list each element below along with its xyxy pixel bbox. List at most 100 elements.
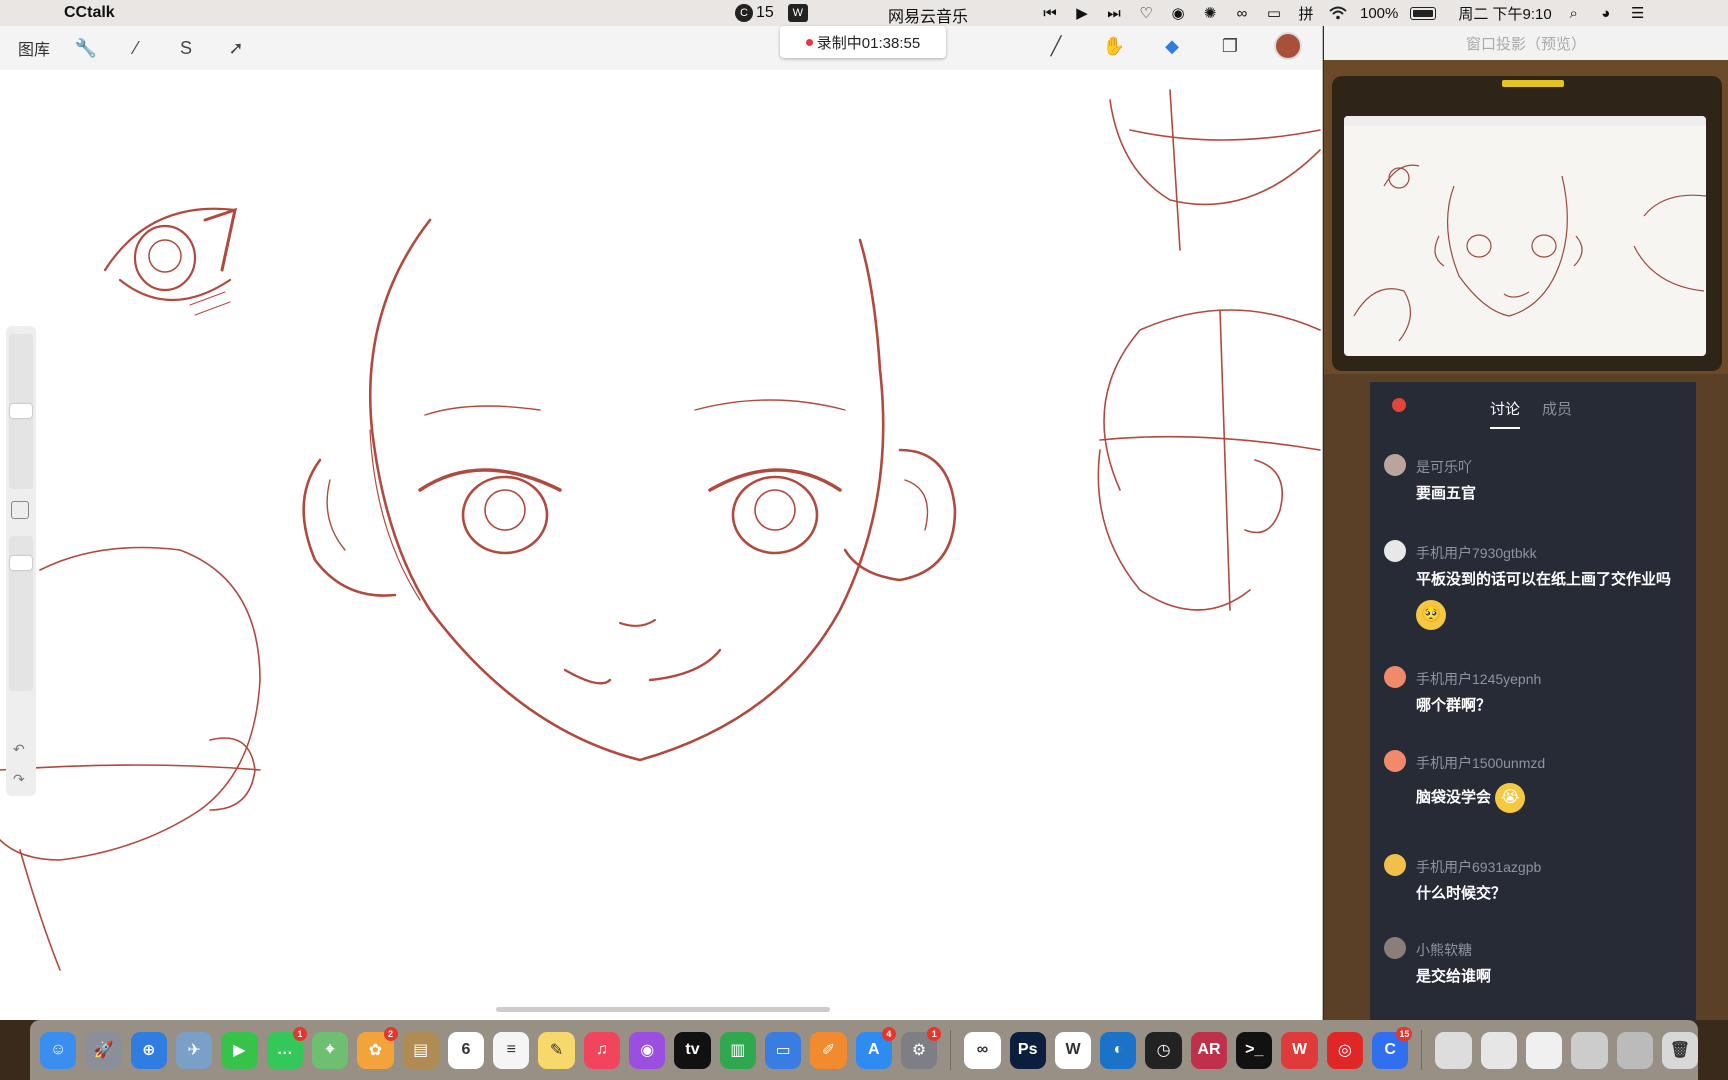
avatar[interactable] [1384,540,1406,562]
modify-button[interactable] [11,501,29,519]
cctalk-status-item[interactable]: C 15 [735,4,774,22]
dock-wps-office-icon[interactable]: W [1281,1031,1318,1069]
transform-arrow-icon[interactable]: ➚ [222,34,250,62]
dock-reminders-icon[interactable]: ≡ [493,1031,530,1069]
dock-netease-music-icon[interactable]: ◎ [1326,1031,1364,1069]
message-username[interactable]: 手机用户6931azgpb [1416,857,1541,877]
close-icon[interactable] [1392,398,1406,412]
selection-icon[interactable]: S [172,34,200,62]
play-icon[interactable]: ▶ [1072,4,1092,22]
avatar[interactable] [1384,666,1406,688]
message-username[interactable]: 手机用户1500unmzd [1416,753,1545,773]
dock-separator [950,1030,952,1070]
magic-wand-icon[interactable]: ⁄ [122,34,150,62]
wrench-icon[interactable]: 🔧 [72,34,100,62]
siri-icon[interactable]: ◕ [1596,4,1616,22]
dock-window-4-icon[interactable] [1571,1031,1608,1069]
dock-window-5-icon[interactable] [1616,1031,1653,1069]
dock-window-1-icon[interactable] [1435,1031,1472,1069]
dock-messages-icon[interactable]: … 1 [266,1026,307,1069]
avatar[interactable] [1384,854,1406,876]
battery-icon[interactable] [1410,6,1437,20]
search-icon[interactable]: ⌕ [1564,4,1584,22]
recording-time: 录制中01:38:55 [816,34,921,52]
message-username[interactable]: 是可乐吖 [1416,457,1472,477]
dock-notes-book-icon[interactable]: ▤ [402,1031,439,1069]
redo-icon[interactable]: ↷ [13,771,31,788]
dock-tv-icon[interactable]: tv [674,1031,711,1069]
brush-size-slider[interactable] [9,334,33,489]
creative-cloud-icon[interactable]: ∞ [1232,4,1252,22]
message-username[interactable]: 小熊软糖 [1416,940,1472,960]
message-username[interactable]: 手机用户7930gtbkk [1416,543,1537,563]
dock-maps-icon[interactable]: ⌖ [311,1031,349,1069]
dock-wps-icon[interactable]: W [1054,1031,1092,1069]
smudge-icon[interactable]: ✋ [1100,32,1128,60]
previous-track-icon[interactable]: ⏮ [1040,4,1060,22]
opacity-handle[interactable] [10,556,32,570]
dock-notes-icon[interactable]: ✎ [538,1031,575,1069]
dock-window-3-icon[interactable] [1525,1031,1563,1069]
app-name[interactable]: CCtalk [64,4,115,22]
brush-icon[interactable]: ╱ [1042,32,1070,60]
aperture-icon[interactable]: ✺ [1200,4,1220,22]
dock-preview-icon[interactable]: ✈ [175,1031,213,1069]
input-method-icon[interactable]: 拼 [1296,4,1316,23]
menubar-status-items: C 15 W [735,0,808,26]
dock-ar-app-icon[interactable]: AR [1190,1031,1228,1069]
dock-system-preferences-icon[interactable]: ⚙ 1 [900,1026,942,1069]
dock-launchpad-icon[interactable]: 🚀 [85,1031,122,1069]
dock-trash-icon[interactable]: 🗑 [1661,1031,1699,1069]
dock-finder-icon[interactable]: ☺ [40,1031,77,1069]
next-track-icon[interactable]: ⏭ [1104,4,1124,22]
face-sketch [302,218,957,762]
tab-discussion[interactable]: 讨论 [1490,398,1521,429]
message-text: 哪个群啊？ [1416,697,1492,714]
opacity-slider[interactable] [9,536,33,691]
menubar-right: ⏮ ▶ ⏭ ♡ ◉ ✺ ∞ ▭ 拼 100% 周二 下午9:10 ⌕ ◕ ☰ [1040,0,1648,26]
clock-datetime[interactable]: 周二 下午9:10 [1458,3,1551,24]
chat-tabs: 讨论 成员 [1490,398,1572,429]
dock-photos-icon[interactable]: ✿ 2 [357,1026,398,1069]
tab-members[interactable]: 成员 [1542,398,1572,429]
netease-icon[interactable]: ◉ [1168,4,1188,22]
wps-status-icon[interactable]: W [787,4,808,22]
dock-photoshop-icon[interactable]: Ps [1009,1031,1046,1069]
dock-badge: 2 [383,1026,398,1041]
dock-calendar-icon[interactable]: 6 [447,1031,485,1069]
control-center-icon[interactable]: ☰ [1628,4,1648,22]
dock-clock-icon[interactable]: ◷ [1145,1031,1182,1069]
heart-icon[interactable]: ♡ [1136,4,1156,22]
color-picker-button[interactable] [1274,32,1302,60]
brush-size-handle[interactable] [10,404,32,418]
dock-badge: 1 [927,1026,942,1041]
dock-terminal-icon[interactable]: >_ [1236,1031,1273,1069]
undo-icon[interactable]: ↶ [13,741,31,758]
discussion-panel: 讨论 成员 是可乐吖 要画五官 手机用户7930gtbkk 平板没到的话可以在纸… [1370,382,1696,1020]
wifi-icon[interactable] [1328,4,1348,22]
layers-icon[interactable]: ❐ [1216,32,1244,60]
eraser-icon[interactable]: ◆ [1158,32,1186,60]
message-username[interactable]: 手机用户1245yepnh [1416,669,1541,689]
avatar[interactable] [1384,750,1406,772]
dock-qq-browser-icon[interactable]: ◐ [1100,1031,1137,1069]
dock-baidu-netdisk-icon[interactable]: ∞ [964,1031,1001,1069]
dock-facetime-icon[interactable]: ▶ [221,1031,258,1069]
dock-cctalk-icon[interactable]: C 15 [1372,1026,1413,1069]
dock-pages-icon[interactable]: ✐ [810,1031,847,1069]
drawing-canvas[interactable] [0,70,1323,1020]
music-app-title[interactable]: 网易云音乐 [888,3,968,27]
dock-music-icon[interactable]: ♫ [583,1031,621,1069]
dock-numbers-icon[interactable]: ▥ [719,1031,756,1069]
dock-podcasts-icon[interactable]: ◉ [629,1031,666,1069]
dock-window-2-icon[interactable] [1480,1031,1517,1069]
dock-safari-icon[interactable]: ⊕ [130,1031,167,1069]
message-text-block: 脑袋没学会 😭 [1416,780,1680,815]
gallery-button[interactable]: 图库 [18,36,50,60]
dock-app-store-icon[interactable]: A4 [855,1026,896,1069]
procreate-sidebar: ↶ ↷ [6,326,36,796]
avatar[interactable] [1384,937,1406,959]
display-icon[interactable]: ▭ [1264,4,1284,22]
dock-keynote-icon[interactable]: ▭ [765,1031,802,1069]
avatar[interactable] [1384,454,1406,476]
